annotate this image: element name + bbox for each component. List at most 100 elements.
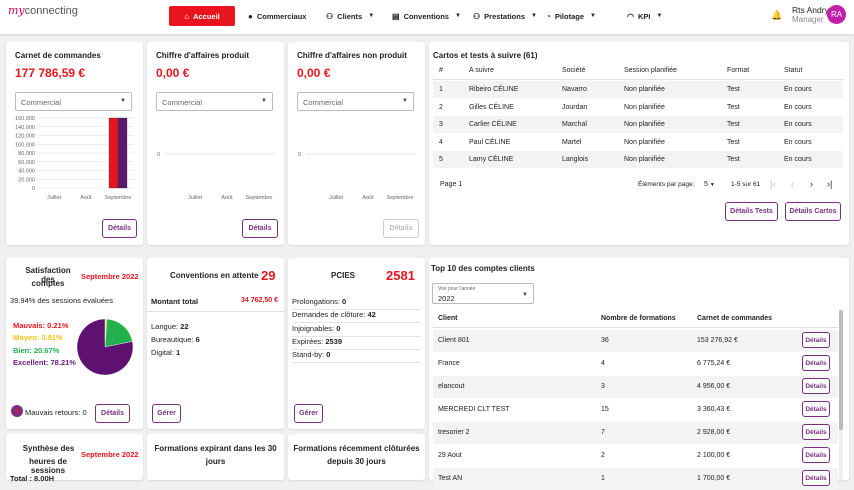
x-tick-label: Septembre — [387, 195, 414, 201]
last-page-icon[interactable]: ›| — [827, 179, 832, 189]
table-row[interactable]: elancout34 956,00 €Détails — [433, 376, 838, 398]
pcies-card: PCIES 2581 Prolongations: 0Demandes de c… — [288, 258, 425, 429]
table-cell: Test — [727, 139, 740, 146]
details-button[interactable]: Détails — [802, 447, 830, 463]
nav-commerciaux[interactable]: ●Commerciaux — [242, 6, 308, 26]
card-title-line1: Synthèse des — [16, 444, 81, 453]
table-row[interactable]: 3Carlier CÉLINEMarchalNon planifiéeTestE… — [433, 116, 843, 133]
nav-conventions[interactable]: ▤Conventions▼ — [386, 6, 462, 26]
per-page-select[interactable]: 5 ▼ — [704, 181, 715, 188]
commercial-select[interactable]: Commercial▼ — [297, 92, 414, 111]
x-tick-label: Juillet — [188, 195, 203, 201]
chevron-down-icon: ▼ — [522, 292, 528, 298]
table-row[interactable]: France46 775,24 €Détails — [433, 353, 838, 375]
manage-button[interactable]: Gérer — [152, 404, 181, 423]
column-header: Carnet de commandes — [697, 315, 772, 322]
details-button[interactable]: Détails — [802, 332, 830, 348]
bell-icon[interactable]: 🔔 — [771, 10, 781, 20]
table-cell: 4 — [439, 139, 443, 146]
details-button[interactable]: Détails — [802, 378, 830, 394]
details-button[interactable]: Détails — [802, 470, 830, 486]
table-row[interactable]: tresorier 272 928,00 €Détails — [433, 422, 838, 444]
column-header: A suivre — [469, 67, 494, 74]
column-header: Session planifiée — [624, 67, 677, 74]
synthese-card: Synthèse des heures de sessions Septembr… — [6, 434, 143, 480]
user-role: Manager — [792, 15, 829, 25]
details-button[interactable]: Détails — [242, 219, 278, 238]
table-cell: 4 — [601, 360, 605, 367]
evaluated-text: 39.94% des sessions évaluées — [10, 296, 113, 305]
table-cell: En cours — [784, 104, 812, 111]
nonproduit-chart: 0JuilletAoûtSeptembre — [288, 114, 425, 204]
book-icon: ▤ — [392, 12, 400, 21]
x-tick-label: Août — [362, 195, 374, 201]
card-title-line2: jours — [151, 457, 280, 466]
app-logo[interactable]: myconnecting — [8, 4, 78, 17]
details-button[interactable]: Détails — [383, 219, 419, 238]
y-tick-label: 120,000 — [15, 134, 35, 140]
card-title: Chiffre d'affaires non produit — [297, 51, 407, 60]
divider — [433, 327, 838, 328]
y-tick-label: 80,000 — [18, 151, 35, 157]
nav-kpi[interactable]: ◠KPI▼ — [621, 6, 663, 26]
legend-item: Mauvais: 0.21% — [13, 321, 68, 330]
table-cell: Paul CÉLINE — [469, 139, 510, 146]
details-tests-button[interactable]: Détails Tests — [725, 202, 778, 221]
next-page-icon[interactable]: › — [810, 179, 813, 189]
card-title-line2: comptes — [18, 279, 78, 288]
card-title: Cartos et tests à suivre (61) — [433, 51, 538, 60]
details-button[interactable]: Détails — [802, 401, 830, 417]
x-tick-label: Septembre — [105, 195, 132, 201]
total-label: Montant total — [151, 297, 198, 306]
column-header: # — [439, 67, 443, 74]
table-cell: 4 956,00 € — [697, 383, 730, 390]
table-row[interactable]: 29 Aout22 100,00 €Détails — [433, 445, 838, 467]
card-title: Carnet de commandes — [15, 51, 101, 60]
nav-pilotage[interactable]: ◔Pilotage▼ — [540, 6, 598, 26]
user-info[interactable]: Rts AndryManager — [792, 5, 829, 25]
table-row[interactable]: Test AN11 700,00 €Détails — [433, 468, 838, 490]
table-row[interactable]: 1Ribeiro CÉLINENavarroNon planifiéeTestE… — [433, 81, 843, 98]
pcies-count: 2581 — [386, 268, 415, 283]
details-button[interactable]: Détails — [802, 355, 830, 371]
table-cell: 3 — [439, 121, 443, 128]
table-row[interactable]: 5Lamy CÉLINELangloisNon planifiéeTestEn … — [433, 151, 843, 168]
table-row[interactable]: MERCREDI CLT TEST153 360,43 €Détails — [433, 399, 838, 421]
x-tick-label: Juillet — [329, 195, 344, 201]
convention-item: Digital: 1 — [151, 348, 180, 357]
cartos-tests-card: Cartos et tests à suivre (61) # A suivre S… — [429, 42, 849, 245]
prev-page-icon[interactable]: ‹ — [791, 179, 794, 189]
commercial-select[interactable]: Commercial▼ — [156, 92, 273, 111]
table-row[interactable]: 2Gilles CÉLINEJourdanNon planifiéeTestEn… — [433, 99, 843, 116]
cartos-table: #A suivreSociétéSession planifiéeFormatS… — [433, 62, 843, 172]
first-page-icon[interactable]: |‹ — [770, 179, 775, 189]
details-button[interactable]: Détails — [95, 404, 130, 423]
y-tick-label: 60,000 — [18, 160, 35, 166]
table-cell: Non planifiée — [624, 121, 665, 128]
nav-clients[interactable]: ⚇Clients▼ — [320, 6, 370, 26]
table-row[interactable]: Client 80136153 276,92 €Détails — [433, 330, 838, 352]
details-cartos-button[interactable]: Détails Cartos — [785, 202, 841, 221]
nav-prestations[interactable]: ⚇Prestations▼ — [467, 6, 527, 26]
gauge-icon: ◔ — [546, 12, 551, 21]
card-title: Chiffre d'affaires produit — [156, 51, 249, 60]
nav-accueil[interactable]: ⌂Accueil — [169, 6, 235, 26]
details-button[interactable]: Détails — [802, 424, 830, 440]
table-cell: Lamy CÉLINE — [469, 156, 513, 163]
commercial-select[interactable]: Commercial▼ — [15, 92, 132, 111]
avatar[interactable]: RA — [827, 5, 846, 24]
manage-button[interactable]: Gérer — [294, 404, 323, 423]
nav-label: Pilotage — [555, 12, 584, 21]
ca-produit-card: Chiffre d'affaires produit 0,00 € Commer… — [147, 42, 284, 245]
legend-item: Bien: 20.67% — [13, 346, 59, 355]
table-cell: 29 Aout — [438, 452, 462, 459]
table-row[interactable]: 4Paul CÉLINEMartelNon planifiéeTestEn co… — [433, 134, 843, 151]
expirant-card: Formations expirant dans les 30 jours — [147, 434, 284, 480]
year-select[interactable]: Voir pour l'année 2022▼ — [432, 283, 534, 304]
table-cell: 36 — [601, 337, 609, 344]
bar[interactable] — [109, 118, 118, 188]
bar[interactable] — [118, 118, 127, 188]
table-cell: 2 — [439, 104, 443, 111]
scrollbar[interactable] — [839, 310, 843, 480]
details-button[interactable]: Détails — [102, 219, 137, 238]
